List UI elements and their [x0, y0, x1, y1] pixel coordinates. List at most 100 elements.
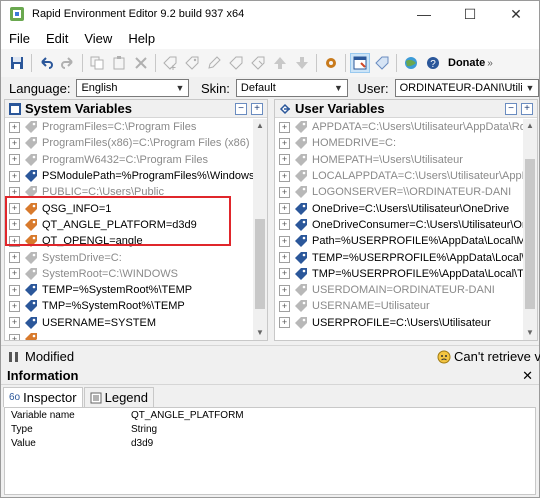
variable-row[interactable]: + TMP=%SystemRoot%\TEMP — [5, 298, 253, 314]
tag-view-button[interactable] — [372, 53, 392, 73]
add-value-button[interactable] — [182, 53, 202, 73]
expand-toggle[interactable]: + — [279, 137, 290, 149]
variable-row[interactable]: + LOCALAPPDATA=C:\Users\Utilisateur\AppDa… — [275, 168, 523, 184]
expand-toggle[interactable]: + — [9, 154, 20, 166]
variable-row[interactable]: + — [5, 331, 253, 340]
variable-text: TMP=%USERPROFILE%\AppData\Local\Temp — [312, 267, 523, 280]
settings-button[interactable] — [321, 53, 341, 73]
save-button[interactable] — [7, 53, 27, 73]
close-button[interactable]: ✕ — [493, 1, 539, 27]
expand-toggle[interactable]: + — [9, 121, 20, 133]
donate-button[interactable]: Donate — [448, 57, 485, 69]
skin-select[interactable]: Default ▼ — [235, 79, 348, 97]
maximize-button[interactable]: ☐ — [447, 1, 493, 27]
expand-toggle[interactable]: + — [279, 300, 290, 312]
expand-toggle[interactable]: + — [9, 137, 20, 149]
expand-toggle[interactable]: + — [9, 252, 20, 264]
variable-row[interactable]: + APPDATA=C:\Users\Utilisateur\AppData\Ro… — [275, 119, 523, 135]
expand-toggle[interactable]: + — [279, 317, 290, 329]
expand-toggle[interactable]: + — [279, 235, 290, 247]
variable-row[interactable]: + ProgramFiles=C:\Program Files — [5, 119, 253, 135]
expand-all-button[interactable]: + — [521, 103, 533, 115]
expand-toggle[interactable]: + — [279, 219, 290, 231]
help-button[interactable]: ? — [423, 53, 443, 73]
menu-edit[interactable]: Edit — [38, 31, 76, 46]
paste-button[interactable] — [109, 53, 129, 73]
expand-toggle[interactable]: + — [9, 170, 20, 182]
variable-text: ProgramFiles=C:\Program Files — [42, 121, 197, 134]
variable-row[interactable]: + HOMEDRIVE=C: — [275, 135, 523, 151]
menu-view[interactable]: View — [76, 31, 120, 46]
tab-legend[interactable]: Legend — [83, 387, 154, 407]
toolbar: ? Donate » — [1, 49, 539, 77]
collapse-all-button[interactable]: − — [505, 103, 517, 115]
tag-icon — [295, 121, 307, 134]
variable-row[interactable]: + USERNAME=Utilisateur — [275, 298, 523, 314]
scroll-up-arrow[interactable]: ▲ — [253, 119, 267, 133]
tag-icon — [295, 218, 307, 231]
variable-row[interactable]: + USERDOMAIN=ORDINATEUR-DANI — [275, 282, 523, 298]
move-down-button[interactable] — [292, 53, 312, 73]
expand-toggle[interactable]: + — [9, 300, 20, 312]
scroll-up-arrow[interactable]: ▲ — [523, 119, 537, 133]
expand-toggle[interactable]: + — [9, 333, 20, 340]
variable-row[interactable]: + TEMP=%SystemRoot%\TEMP — [5, 282, 253, 298]
expand-toggle[interactable]: + — [279, 170, 290, 182]
menu-file[interactable]: File — [1, 31, 38, 46]
expand-toggle[interactable]: + — [279, 203, 290, 215]
expand-all-button[interactable]: + — [251, 103, 263, 115]
toolbar-overflow-icon[interactable]: » — [487, 58, 493, 69]
variable-row[interactable]: + PSModulePath=%ProgramFiles%\WindowsPowe… — [5, 168, 253, 184]
skin-value: Default — [240, 82, 276, 94]
language-select[interactable]: English ▼ — [76, 79, 190, 97]
move-up-button[interactable] — [270, 53, 290, 73]
expand-toggle[interactable]: + — [279, 268, 290, 280]
variable-row[interactable]: + OneDrive=C:\Users\Utilisateur\OneDrive — [275, 200, 523, 216]
expand-toggle[interactable]: + — [279, 284, 290, 296]
user-select[interactable]: ORDINATEUR-DANI\Utilisateur ▼ — [394, 79, 539, 97]
expand-button[interactable] — [248, 53, 268, 73]
copy-button[interactable] — [87, 53, 107, 73]
globe-icon — [405, 57, 417, 69]
variable-row[interactable]: + TMP=%USERPROFILE%\AppData\Local\Temp — [275, 266, 523, 282]
variable-row[interactable]: + TEMP=%USERPROFILE%\AppData\Local\Temp — [275, 249, 523, 265]
tab-inspector[interactable]: 6o Inspector — [3, 387, 83, 407]
variable-row[interactable]: + ProgramFiles(x86)=C:\Program Files (x86… — [5, 135, 253, 151]
variable-row[interactable]: + SystemRoot=C:\WINDOWS — [5, 266, 253, 282]
expand-toggle[interactable]: + — [279, 154, 290, 166]
variable-row[interactable]: + ProgramW6432=C:\Program Files — [5, 152, 253, 168]
collapse-all-button[interactable]: − — [235, 103, 247, 115]
variable-row[interactable]: + LOGONSERVER=\\ORDINATEUR-DANI — [275, 184, 523, 200]
undo-button[interactable] — [36, 53, 56, 73]
delete-button[interactable] — [131, 53, 151, 73]
system-variables-icon — [9, 102, 21, 115]
variable-row[interactable]: + USERPROFILE=C:\Users\Utilisateur — [275, 315, 523, 331]
system-scrollbar[interactable]: ▲ ▼ — [253, 119, 267, 340]
edit-button[interactable] — [204, 53, 224, 73]
variable-row[interactable]: + USERNAME=SYSTEM — [5, 315, 253, 331]
scroll-down-arrow[interactable]: ▼ — [523, 326, 537, 340]
close-icon[interactable]: ✕ — [522, 368, 533, 384]
expand-toggle[interactable]: + — [279, 252, 290, 264]
scroll-thumb[interactable] — [525, 159, 535, 309]
scroll-thumb[interactable] — [255, 219, 265, 309]
web-button[interactable] — [401, 53, 421, 73]
scroll-down-arrow[interactable]: ▼ — [253, 326, 267, 340]
variable-row[interactable]: + OneDriveConsumer=C:\Users\Utilisateur\O… — [275, 217, 523, 233]
expand-toggle[interactable]: + — [9, 317, 20, 329]
variable-row[interactable]: + SystemDrive=C: — [5, 249, 253, 265]
menu-help[interactable]: Help — [120, 31, 163, 46]
expand-toggle[interactable]: + — [9, 268, 20, 280]
expand-toggle[interactable]: + — [279, 186, 290, 198]
add-variable-button[interactable] — [160, 53, 180, 73]
expand-toggle[interactable]: + — [9, 284, 20, 296]
variable-row[interactable]: + Path=%USERPROFILE%\AppData\Local\Micros… — [275, 233, 523, 249]
redo-button[interactable] — [58, 53, 78, 73]
variable-row[interactable]: + HOMEPATH=\Users\Utilisateur — [275, 152, 523, 168]
minimize-button[interactable]: — — [401, 1, 447, 27]
undo-icon — [41, 57, 53, 69]
expand-toggle[interactable]: + — [279, 121, 290, 133]
user-scrollbar[interactable]: ▲ ▼ — [523, 119, 537, 340]
view-mode-button[interactable] — [350, 53, 370, 73]
rename-button[interactable] — [226, 53, 246, 73]
